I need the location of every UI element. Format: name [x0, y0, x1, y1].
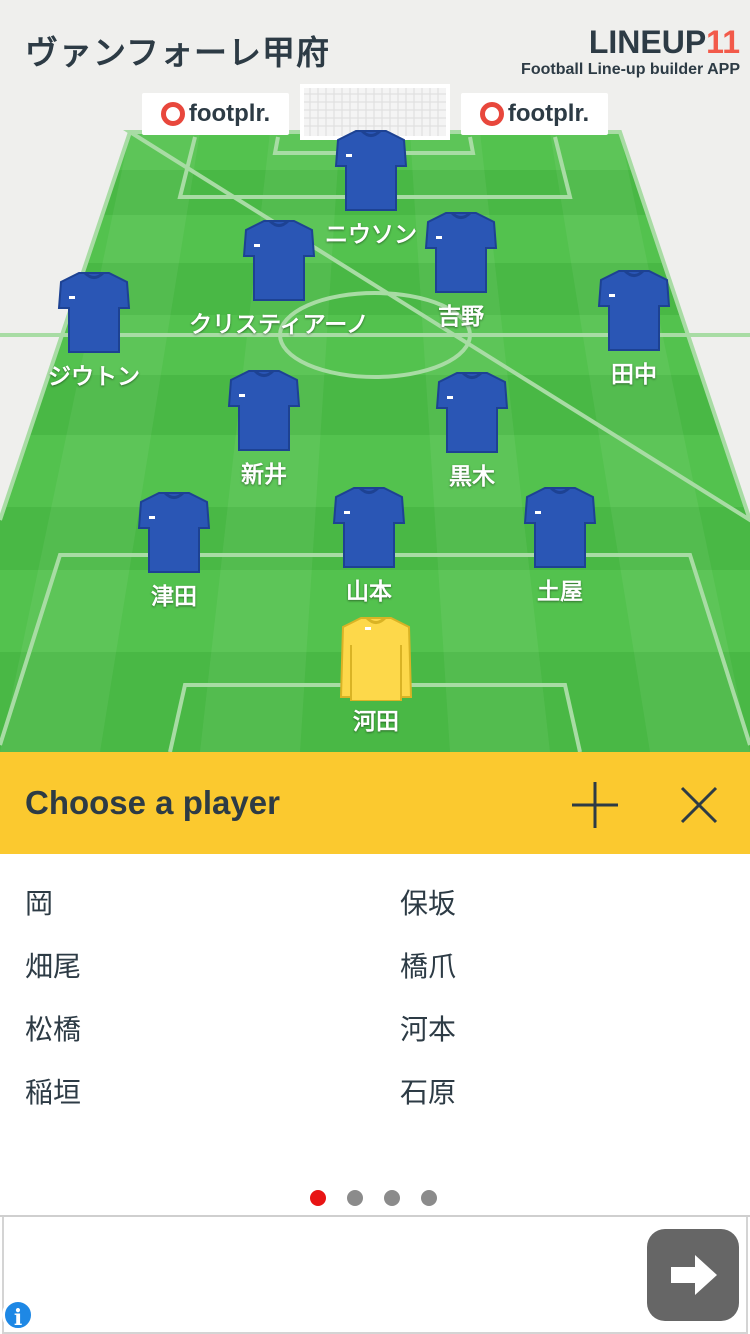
close-icon[interactable]: [672, 778, 726, 832]
list-item[interactable]: 稲垣: [25, 1071, 81, 1111]
page-dot[interactable]: [384, 1190, 400, 1206]
page-dot[interactable]: [421, 1190, 437, 1206]
shirt-icon: [523, 486, 597, 568]
page-dot-active[interactable]: [310, 1190, 326, 1206]
pitch: ニウソン クリスティアーノ 吉野 ジウトン 田中 新井 黒木 津田 山本 土屋 …: [0, 80, 750, 752]
sponsor-banner-right[interactable]: footplr.: [461, 93, 608, 135]
player-name: クリスティアーノ: [189, 312, 369, 338]
info-icon[interactable]: i: [2, 1299, 34, 1331]
list-item[interactable]: 河本: [400, 1008, 456, 1048]
text-input[interactable]: [2, 1217, 748, 1334]
list-item[interactable]: 松橋: [25, 1008, 81, 1048]
player-slot[interactable]: ジウトン: [34, 270, 154, 391]
player-slot[interactable]: 津田: [114, 490, 234, 611]
page-indicator: [0, 1188, 750, 1208]
player-slot[interactable]: 河田: [316, 615, 436, 736]
player-name: 津田: [151, 584, 197, 610]
player-list: 岡 保坂 畑尾 橋爪 松橋 河本 稲垣 石原: [0, 854, 750, 1174]
list-item[interactable]: 保坂: [400, 882, 456, 922]
footplr-logo-icon: [160, 102, 185, 126]
player-slot[interactable]: 吉野: [401, 210, 521, 331]
brand-tagline: Football Line-up builder APP: [521, 61, 740, 78]
player-name: 吉野: [438, 304, 484, 330]
list-item[interactable]: 畑尾: [25, 945, 81, 985]
input-bar: i: [0, 1215, 750, 1334]
player-name: 山本: [346, 579, 392, 605]
choose-player-title: Choose a player: [25, 784, 280, 821]
sponsor-text: footplr.: [507, 100, 590, 127]
footplr-logo-icon: [479, 102, 504, 126]
page-dot[interactable]: [347, 1190, 363, 1206]
shirt-icon: [334, 129, 408, 211]
brand-logo-text: LINEUP: [588, 24, 707, 60]
arrow-right-icon: [671, 1255, 717, 1295]
shirt-icon: [424, 211, 498, 293]
shirt-icon: [435, 371, 509, 453]
shirt-icon: [242, 219, 316, 301]
player-name: 新井: [241, 462, 287, 488]
player-slot[interactable]: 黒木: [412, 370, 532, 491]
team-name[interactable]: ヴァンフォーレ甲府: [25, 26, 330, 74]
list-item[interactable]: 岡: [25, 882, 53, 922]
shirt-icon: [332, 486, 406, 568]
player-name: 土屋: [537, 579, 583, 605]
player-slot[interactable]: 山本: [309, 485, 429, 606]
ad-text-peek: [40, 1325, 570, 1334]
shirt-icon: [137, 491, 211, 573]
player-slot[interactable]: 新井: [204, 368, 324, 489]
player-name: ジウトン: [48, 364, 140, 390]
choose-player-bar: Choose a player: [0, 752, 750, 854]
list-item[interactable]: 橋爪: [400, 945, 456, 985]
player-slot[interactable]: 土屋: [500, 485, 620, 606]
goalkeeper-shirt-icon: [339, 616, 413, 702]
shirt-icon: [227, 369, 301, 451]
player-name: 河田: [353, 709, 399, 735]
list-item[interactable]: 石原: [400, 1071, 456, 1111]
player-name: 田中: [611, 362, 657, 388]
brand-logo-number: 11: [706, 24, 740, 60]
plus-icon[interactable]: [568, 778, 622, 832]
sponsor-text: footplr.: [188, 100, 271, 127]
shirt-icon: [597, 269, 671, 351]
brand-logo: LINEUP11: [521, 24, 740, 61]
player-slot[interactable]: 田中: [574, 268, 694, 389]
sponsor-banner-left[interactable]: footplr.: [142, 93, 289, 135]
brand: LINEUP11 Football Line-up builder APP: [521, 24, 740, 79]
player-slot[interactable]: クリスティアーノ: [189, 218, 369, 339]
submit-button[interactable]: [647, 1229, 739, 1321]
shirt-icon: [57, 271, 131, 353]
